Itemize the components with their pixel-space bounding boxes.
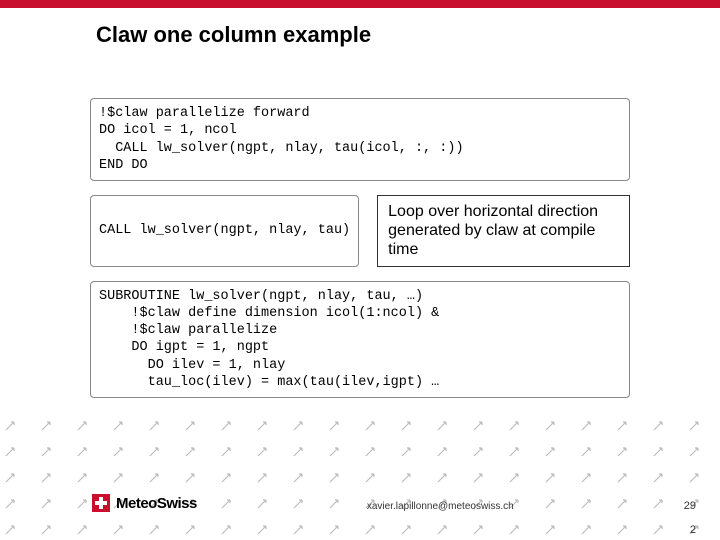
swiss-flag-icon bbox=[92, 494, 110, 512]
logo: MeteoSwiss bbox=[92, 494, 197, 512]
background-pattern bbox=[0, 410, 720, 540]
logo-text: MeteoSwiss bbox=[116, 495, 197, 512]
page-number-secondary: 2 bbox=[690, 524, 696, 536]
page-number: 29 bbox=[684, 500, 696, 512]
footer-email: xavier.lapillonne@meteoswiss.ch bbox=[367, 501, 514, 512]
top-accent-bar bbox=[0, 0, 720, 8]
row-code-annotation: CALL lw_solver(ngpt, nlay, tau) Loop ove… bbox=[90, 195, 630, 267]
annotation-box: Loop over horizontal direction generated… bbox=[377, 195, 630, 267]
slide-content: !$claw parallelize forward DO icol = 1, … bbox=[90, 98, 630, 398]
code-block-2: CALL lw_solver(ngpt, nlay, tau) bbox=[90, 195, 359, 267]
code-block-1: !$claw parallelize forward DO icol = 1, … bbox=[90, 98, 630, 181]
code-block-3: SUBROUTINE lw_solver(ngpt, nlay, tau, …)… bbox=[90, 281, 630, 399]
footer: MeteoSwiss xavier.lapillonne@meteoswiss.… bbox=[92, 494, 696, 512]
slide-title: Claw one column example bbox=[96, 22, 720, 48]
